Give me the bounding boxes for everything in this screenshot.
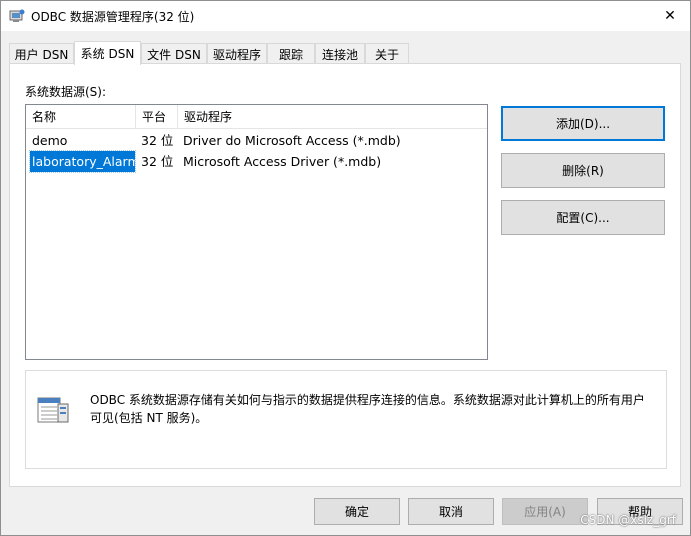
dsn-row-name: laboratory_Alarm (29, 150, 136, 173)
dsn-row[interactable]: laboratory_Alarm 32 位 Microsoft Access D… (26, 150, 487, 173)
system-data-sources-label: 系统数据源(S): (25, 85, 107, 99)
add-button[interactable]: 添加(D)... (501, 106, 665, 141)
window-title: ODBC 数据源管理程序(32 位) (31, 10, 195, 24)
configure-button[interactable]: 配置(C)... (501, 200, 665, 235)
tab-user-dsn[interactable]: 用户 DSN (9, 43, 74, 64)
dsn-list[interactable]: 名称 平台 驱动程序 demo 32 位 Driver do Microsoft… (25, 104, 488, 360)
tab-system-dsn[interactable]: 系统 DSN (74, 41, 141, 65)
ok-button[interactable]: 确定 (314, 498, 400, 525)
title-bar[interactable]: ODBC 数据源管理程序(32 位) ✕ (1, 1, 690, 31)
dsn-row-name: demo (32, 133, 68, 148)
system-dsn-panel: 系统数据源(S): 名称 平台 驱动程序 demo 32 位 Driver do… (9, 63, 681, 487)
odbc-app-icon (9, 9, 25, 23)
odbc-window: ODBC 数据源管理程序(32 位) ✕ 用户 DSN 系统 DSN 文件 DS… (0, 0, 691, 536)
column-header-platform[interactable]: 平台 (136, 105, 178, 129)
tab-drivers[interactable]: 驱动程序 (207, 43, 267, 64)
close-button[interactable]: ✕ (650, 1, 690, 31)
dsn-row-platform: 32 位 (141, 154, 174, 169)
tab-file-dsn[interactable]: 文件 DSN (141, 43, 207, 64)
tab-strip: 用户 DSN 系统 DSN 文件 DSN 驱动程序 跟踪 连接池 关于 (9, 41, 429, 65)
cancel-button[interactable]: 取消 (408, 498, 494, 525)
remove-button[interactable]: 删除(R) (501, 153, 665, 188)
apply-button[interactable]: 应用(A) (502, 498, 588, 525)
close-icon: ✕ (664, 8, 676, 24)
dsn-row[interactable]: demo 32 位 Driver do Microsoft Access (*.… (26, 130, 487, 151)
dsn-row-driver: Driver do Microsoft Access (*.mdb) (183, 133, 401, 148)
column-header-driver[interactable]: 驱动程序 (178, 105, 487, 129)
tab-about[interactable]: 关于 (365, 43, 409, 64)
dsn-row-driver: Microsoft Access Driver (*.mdb) (183, 154, 382, 169)
dsn-row-platform: 32 位 (141, 133, 174, 148)
dsn-list-header: 名称 平台 驱动程序 (26, 105, 487, 129)
tab-connection-pooling[interactable]: 连接池 (315, 43, 365, 64)
watermark-text: CSDN @xslz_grf (580, 513, 676, 527)
info-box: ODBC 系统数据源存储有关如何与指示的数据提供程序连接的信息。系统数据源对此计… (25, 370, 667, 469)
data-source-icon (36, 395, 70, 425)
tab-tracing[interactable]: 跟踪 (267, 43, 315, 64)
column-header-name[interactable]: 名称 (26, 105, 136, 129)
info-description: ODBC 系统数据源存储有关如何与指示的数据提供程序连接的信息。系统数据源对此计… (90, 393, 645, 425)
